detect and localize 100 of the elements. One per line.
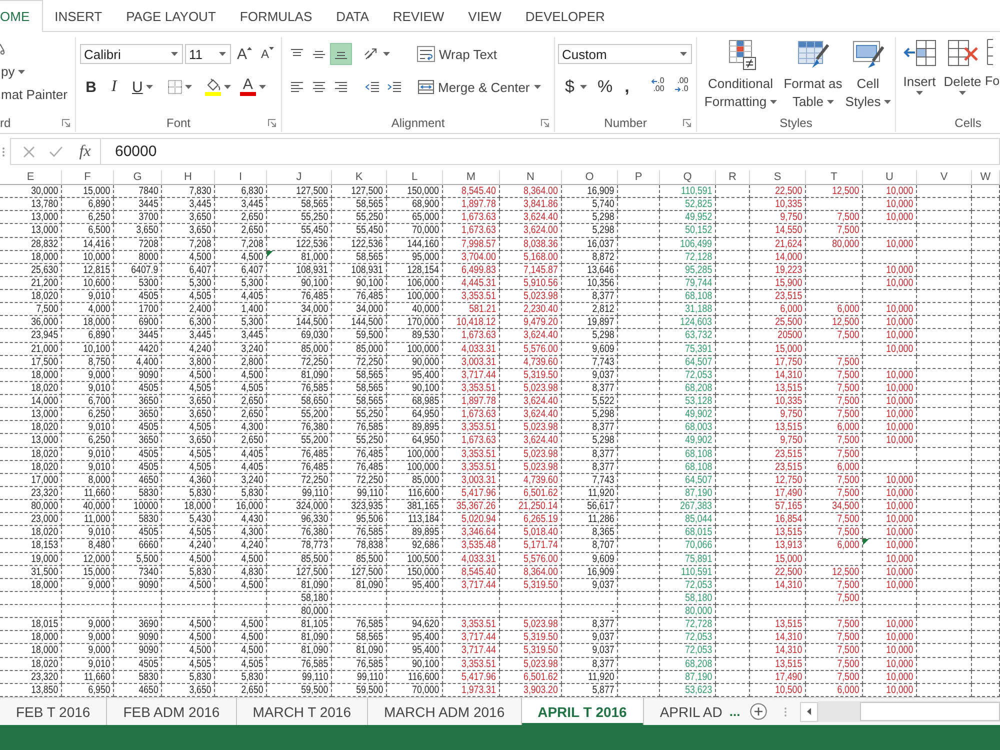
column-header[interactable]: E: [0, 170, 62, 185]
format-as-table-button[interactable]: Format as Table: [782, 37, 844, 112]
table-cell: 75,891: [660, 552, 716, 566]
comma-button[interactable]: ,: [620, 76, 634, 98]
grow-font-button[interactable]: A: [236, 43, 254, 65]
format-painter-button[interactable]: mat Painter: [0, 84, 68, 106]
ribbon-tab[interactable]: DEVELOPER: [513, 0, 617, 32]
column-header[interactable]: R: [716, 170, 750, 185]
grip-icon[interactable]: [784, 706, 788, 716]
ribbon-tab[interactable]: REVIEW: [380, 0, 456, 32]
table-cell: 7,500: [806, 592, 863, 605]
font-color-button[interactable]: A: [236, 76, 269, 98]
ribbon-tab[interactable]: FORMULAS: [228, 0, 324, 32]
table-cell: 10,000: [863, 198, 917, 212]
column-header[interactable]: N: [500, 170, 562, 185]
empty-cell: [618, 368, 660, 382]
table-cell: 5,500: [114, 552, 162, 566]
shrink-font-button[interactable]: A: [260, 43, 276, 65]
column-header[interactable]: V: [917, 170, 972, 185]
table-cell: 3,003.31: [443, 474, 500, 487]
ribbon-tab[interactable]: OME: [0, 0, 43, 32]
table-cell: 5,830: [162, 486, 215, 500]
bold-button[interactable]: B: [80, 76, 102, 98]
corner-arrow-icon[interactable]: [268, 119, 276, 127]
column-header[interactable]: J: [267, 170, 332, 185]
empty-cell: [917, 421, 972, 434]
table-cell: 81,090: [267, 644, 332, 658]
table-cell: 16,909: [562, 566, 618, 579]
empty-cell: [618, 618, 660, 632]
table-cell: 76,485: [332, 448, 387, 461]
ribbon-tab[interactable]: PAGE LAYOUT: [114, 0, 228, 32]
table-cell: 72,728: [660, 618, 716, 632]
column-header[interactable]: K: [332, 170, 387, 185]
column-header[interactable]: P: [618, 170, 660, 185]
insert-function-button[interactable]: fx: [74, 142, 96, 162]
scissors-icon[interactable]: [0, 42, 5, 54]
ribbon-tab[interactable]: INSERT: [42, 0, 114, 32]
empty-cell: [162, 592, 215, 605]
underline-button[interactable]: U: [128, 76, 157, 98]
table-cell: 8,480: [62, 539, 114, 552]
sheet-tab[interactable]: APRIL T 2016: [522, 698, 644, 725]
column-header[interactable]: U: [863, 170, 917, 185]
wrap-text-button[interactable]: Wrap Text: [414, 43, 500, 65]
corner-arrow-icon[interactable]: [683, 119, 691, 127]
more-tabs-button[interactable]: ...: [728, 698, 742, 725]
column-header[interactable]: W: [972, 170, 1000, 185]
formula-input[interactable]: 60000: [100, 138, 1000, 165]
scrollbar-thumb[interactable]: [860, 702, 1000, 721]
table-cell: 99,110: [332, 486, 387, 500]
currency-button[interactable]: $: [562, 76, 590, 98]
column-header[interactable]: O: [562, 170, 618, 185]
delete-button[interactable]: Delete: [942, 37, 983, 96]
font-size-field[interactable]: 11: [185, 44, 231, 64]
insert-button[interactable]: Insert: [899, 37, 940, 96]
column-header[interactable]: Q: [660, 170, 716, 185]
ribbon-tab[interactable]: DATA: [324, 0, 381, 32]
corner-arrow-icon[interactable]: [62, 119, 70, 127]
table-cell: 2,812: [562, 303, 618, 316]
column-header[interactable]: L: [387, 170, 443, 185]
table-cell: 10,000: [863, 329, 917, 342]
number-format-field[interactable]: Custom: [558, 44, 692, 64]
decrease-decimal-button[interactable]: .00 .0: [667, 76, 690, 98]
column-header[interactable]: S: [750, 170, 806, 185]
font-name-field[interactable]: Calibri: [80, 44, 183, 64]
table-cell: 9,037: [562, 644, 618, 658]
italic-button[interactable]: I: [103, 76, 125, 98]
column-header[interactable]: T: [806, 170, 863, 185]
empty-cell: [618, 513, 660, 526]
empty-cell: [618, 500, 660, 514]
empty-cell: [972, 356, 1000, 369]
cell-styles-button[interactable]: Cell Styles: [844, 37, 892, 112]
ribbon-tab[interactable]: VIEW: [456, 0, 514, 32]
table-cell: 58,565: [332, 368, 387, 382]
wrap-text-icon: [417, 46, 435, 62]
scroll-left-button[interactable]: [800, 702, 818, 722]
align-bottom-button[interactable]: [330, 43, 352, 65]
table-cell: 110,591: [660, 566, 716, 579]
empty-cell: [716, 460, 750, 474]
column-header[interactable]: G: [114, 170, 162, 185]
table-cell: 9090: [114, 644, 162, 658]
increase-decimal-button[interactable]: .0 .00: [643, 76, 666, 98]
column-header[interactable]: F: [62, 170, 114, 185]
grip-icon[interactable]: [2, 146, 5, 156]
table-cell: 9,479.20: [500, 316, 562, 330]
corner-arrow-icon[interactable]: [541, 119, 549, 127]
copy-button[interactable]: py: [0, 60, 26, 82]
format-button[interactable]: Fo: [985, 37, 1000, 90]
empty-cell: [972, 408, 1000, 422]
percent-button[interactable]: %: [594, 76, 616, 98]
table-cell: 80,000: [0, 500, 62, 514]
table-cell: 10,600: [62, 276, 114, 290]
empty-cell: [917, 395, 972, 408]
column-header[interactable]: M: [443, 170, 500, 185]
empty-cell: [716, 644, 750, 658]
column-header[interactable]: H: [162, 170, 215, 185]
column-header[interactable]: I: [215, 170, 267, 185]
merge-center-button[interactable]: Merge & Center: [415, 76, 544, 98]
table-cell: 9,000: [62, 618, 114, 632]
conditional-formatting-button[interactable]: Conditional Formatting: [699, 37, 782, 112]
sheet-tab[interactable]: APRIL AD: [644, 698, 728, 725]
